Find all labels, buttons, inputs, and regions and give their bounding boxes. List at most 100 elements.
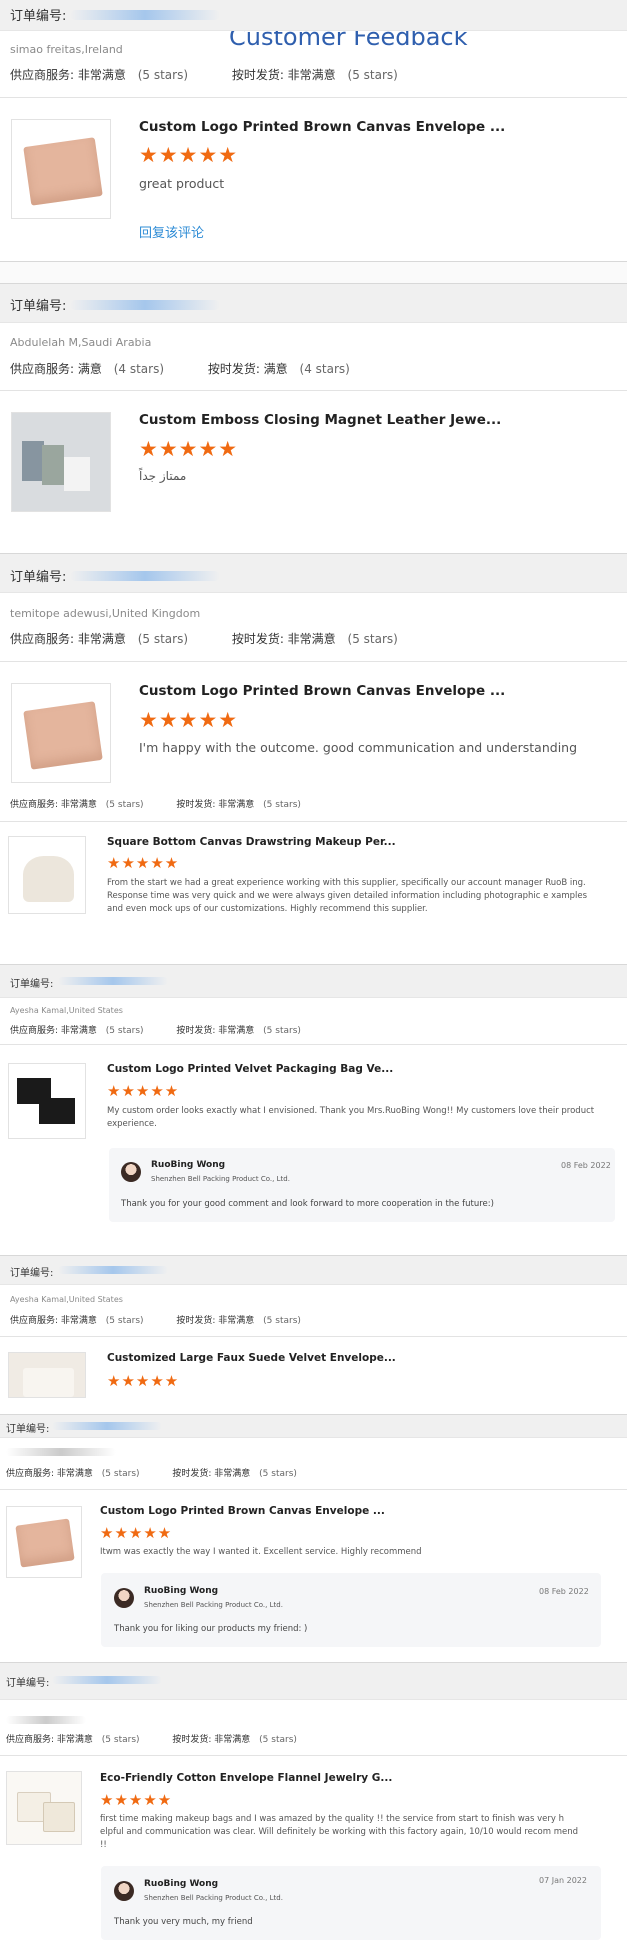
on-time-rating: 按时发货: 非常满意 — [231, 632, 336, 646]
review-comment: first time making makeup bags and I was … — [100, 1814, 579, 1850]
on-time-stars: (5 stars) — [259, 1469, 297, 1479]
product-thumbnail[interactable] — [11, 119, 111, 219]
on-time-stars: (5 stars) — [263, 800, 301, 810]
supplier-service-stars: (4 stars) — [113, 362, 164, 376]
order-number-redacted — [58, 1266, 168, 1274]
star-rating: ★★★★★ — [100, 1791, 173, 1809]
product-name[interactable]: Customized Large Faux Suede Velvet Envel… — [107, 1352, 487, 1364]
order-number-label: 订单编号: — [6, 1678, 50, 1689]
on-time-stars: (5 stars) — [263, 1316, 301, 1326]
order-number-label: 订单编号: — [10, 1268, 54, 1279]
divider — [0, 1336, 627, 1337]
rating-summary: 供应商服务: 满意 (4 stars) 按时发货: 满意 (4 stars) — [10, 360, 350, 377]
order-bar: 订单编号: — [0, 1662, 627, 1700]
on-time-rating: 按时发货: 非常满意 — [176, 1026, 255, 1036]
rating-summary: 供应商服务: 非常满意 (5 stars) 按时发货: 非常满意 (5 star… — [6, 1732, 297, 1745]
on-time-stars: (5 stars) — [259, 1735, 297, 1745]
supplier-service-rating: 供应商服务: 非常满意 — [10, 632, 126, 646]
order-number-redacted — [70, 10, 220, 20]
on-time-stars: (4 stars) — [299, 362, 350, 376]
product-thumbnail[interactable] — [8, 1063, 86, 1139]
reply-date: 08 Feb 2022 — [561, 1161, 611, 1170]
order-number-redacted — [52, 1422, 162, 1430]
divider — [0, 1044, 627, 1045]
supplier-service-stars: (5 stars) — [137, 632, 188, 646]
product-thumbnail[interactable] — [11, 412, 111, 512]
product-name[interactable]: Custom Logo Printed Brown Canvas Envelop… — [100, 1505, 480, 1517]
on-time-rating: 按时发货: 非常满意 — [176, 1316, 255, 1326]
product-name[interactable]: Custom Logo Printed Brown Canvas Envelop… — [139, 683, 519, 699]
product-thumbnail[interactable] — [6, 1771, 82, 1845]
review-comment: Itwm was exactly the way I wanted it. Ex… — [100, 1547, 422, 1557]
buyer-info-redacted — [6, 1716, 86, 1724]
order-number-label: 订单编号: — [10, 299, 67, 314]
order-number-label: 订单编号: — [6, 1424, 50, 1435]
supplier-service-stars: (5 stars) — [101, 1735, 140, 1745]
product-thumbnail[interactable] — [8, 836, 86, 914]
reply-author: RuoBing Wong — [144, 1879, 219, 1889]
rating-summary: 供应商服务: 非常满意 (5 stars) 按时发货: 非常满意 (5 star… — [10, 630, 398, 647]
product-name[interactable]: Eco-Friendly Cotton Envelope Flannel Jew… — [100, 1772, 480, 1784]
supplier-service-stars: (5 stars) — [105, 1316, 144, 1326]
reply-company: Shenzhen Bell Packing Product Co., Ltd. — [144, 1601, 283, 1609]
order-bar: 订单编号: — [0, 1255, 627, 1285]
star-rating: ★★★★★ — [100, 1524, 173, 1542]
review-comment: ممتاز جداً — [139, 469, 187, 483]
supplier-service-rating: 供应商服务: 非常满意 — [6, 1735, 93, 1745]
reply-text: Thank you for your good comment and look… — [121, 1199, 494, 1209]
supplier-service-stars: (5 stars) — [137, 68, 188, 82]
reply-date: 07 Jan 2022 — [539, 1876, 587, 1885]
rating-summary: 供应商服务: 非常满意 (5 stars) 按时发货: 非常满意 (5 star… — [10, 66, 398, 83]
rating-summary: 供应商服务: 非常满意 (5 stars) 按时发货: 非常满意 (5 star… — [10, 797, 301, 810]
product-name[interactable]: Square Bottom Canvas Drawstring Makeup P… — [107, 836, 487, 848]
product-name[interactable]: Custom Logo Printed Brown Canvas Envelop… — [139, 119, 519, 135]
supplier-service-rating: 供应商服务: 非常满意 — [6, 1469, 93, 1479]
product-name[interactable]: Custom Emboss Closing Magnet Leather Jew… — [139, 412, 519, 428]
star-rating: ★★★★★ — [107, 1372, 180, 1390]
supplier-service-stars: (5 stars) — [101, 1469, 140, 1479]
order-bar: 订单编号: — [0, 964, 627, 998]
product-name[interactable]: Custom Logo Printed Velvet Packaging Bag… — [107, 1063, 487, 1075]
star-rating: ★★★★★ — [107, 854, 180, 872]
divider — [0, 390, 627, 391]
order-bar: 订单编号: — [0, 1414, 627, 1438]
reply-avatar — [114, 1881, 134, 1901]
reply-text: Thank you very much, my friend — [114, 1917, 253, 1927]
divider — [0, 1755, 627, 1756]
divider — [0, 1489, 627, 1490]
rating-summary: 供应商服务: 非常满意 (5 stars) 按时发货: 非常满意 (5 star… — [10, 1313, 301, 1326]
buyer-info-redacted — [6, 1448, 116, 1456]
order-bar — [0, 261, 627, 283]
on-time-rating: 按时发货: 满意 — [207, 362, 288, 376]
buyer-info: temitope adewusi,United Kingdom — [10, 607, 201, 620]
product-thumbnail[interactable] — [6, 1506, 82, 1578]
divider — [0, 661, 627, 662]
order-bar: 订单编号: — [0, 0, 627, 31]
supplier-service-rating: 供应商服务: 满意 — [10, 362, 102, 376]
buyer-info: Ayesha Kamal,United States — [10, 1295, 123, 1304]
star-rating: ★★★★★ — [107, 1082, 180, 1100]
review-comment: From the start we had a great experience… — [107, 878, 588, 914]
reply-to-review-link[interactable]: 回复该评论 — [139, 222, 204, 241]
supplier-service-rating: 供应商服务: 非常满意 — [10, 68, 126, 82]
reply-company: Shenzhen Bell Packing Product Co., Ltd. — [151, 1175, 290, 1183]
order-number-redacted — [70, 300, 220, 310]
order-bar: 订单编号: — [0, 553, 627, 593]
order-number-label: 订单编号: — [10, 570, 67, 585]
star-rating: ★★★★★ — [139, 437, 239, 461]
divider — [0, 821, 627, 822]
on-time-rating: 按时发货: 非常满意 — [172, 1735, 251, 1745]
divider — [0, 97, 627, 98]
supplier-service-stars: (5 stars) — [105, 1026, 144, 1036]
reply-text: Thank you for liking our products my fri… — [114, 1624, 308, 1634]
buyer-info: Ayesha Kamal,United States — [10, 1006, 123, 1015]
on-time-rating: 按时发货: 非常满意 — [176, 800, 255, 810]
product-thumbnail[interactable] — [8, 1352, 86, 1398]
product-thumbnail[interactable] — [11, 683, 111, 783]
order-bar: 订单编号: — [0, 283, 627, 323]
supplier-reply: RuoBing Wong Shenzhen Bell Packing Produ… — [101, 1866, 601, 1940]
supplier-service-rating: 供应商服务: 非常满意 — [10, 1316, 97, 1326]
reply-avatar — [121, 1162, 141, 1182]
review-comment: My custom order looks exactly what I env… — [107, 1106, 595, 1129]
buyer-info: Abdulelah M,Saudi Arabia — [10, 336, 152, 349]
